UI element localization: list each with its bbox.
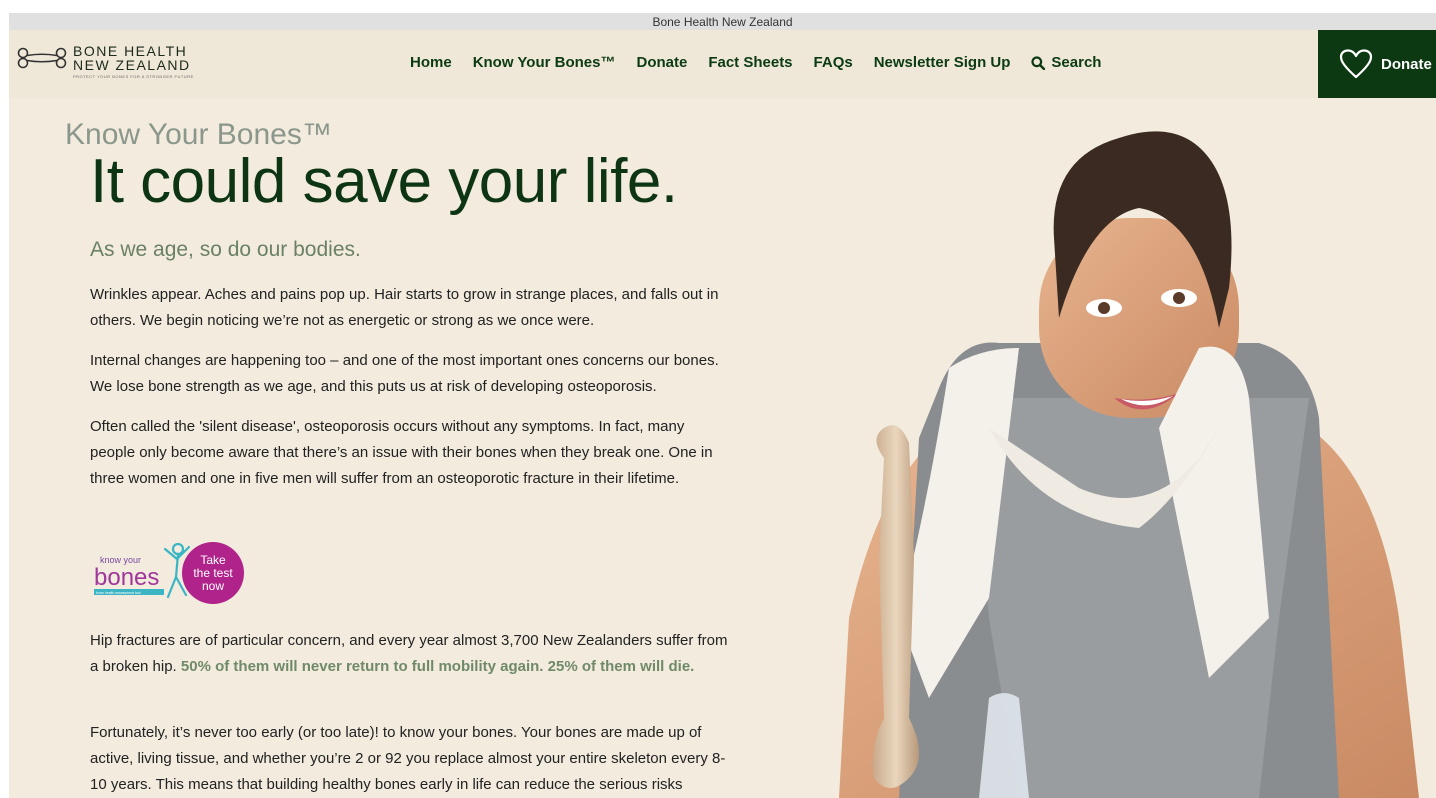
badge-tag-text: bone health assessment tool (96, 591, 141, 595)
paragraph-2: Internal changes are happening too – and… (90, 352, 719, 395)
nav-home[interactable]: Home (410, 54, 452, 71)
site-logo[interactable]: BONE HEALTH NEW ZEALAND PROTECT YOUR BON… (17, 44, 194, 79)
paragraph-4: Hip fractures are of particular concern,… (90, 628, 730, 680)
badge-circle-line-2: the test (193, 566, 233, 580)
window-title-bar: Bone Health New Zealand (9, 13, 1436, 30)
nav-know-your-bones[interactable]: Know Your Bones™ (473, 54, 616, 71)
page: BONE HEALTH NEW ZEALAND PROTECT YOUR BON… (9, 30, 1436, 798)
paragraph-3: Often called the 'silent disease', osteo… (90, 418, 713, 487)
know-your-bones-test-badge[interactable]: know your bones bone health assessment t… (90, 539, 250, 607)
nav-search[interactable]: Search (1031, 54, 1101, 71)
logo-line-2: NEW ZEALAND (73, 57, 191, 73)
page-title: It could save your life. (90, 147, 678, 216)
logo-line-1: BONE HEALTH (73, 43, 188, 59)
donate-button[interactable]: Donate (1318, 30, 1436, 98)
paragraph-1: Wrinkles appear. Aches and pains pop up.… (90, 286, 719, 329)
nav-newsletter[interactable]: Newsletter Sign Up (874, 54, 1011, 71)
search-icon (1031, 55, 1046, 70)
bone-logo-icon (17, 47, 67, 69)
site-header: BONE HEALTH NEW ZEALAND PROTECT YOUR BON… (9, 30, 1436, 98)
hero-photo (839, 98, 1436, 798)
logo-tagline: PROTECT YOUR BONES FOR A STRONGER FUTURE (73, 74, 194, 79)
main-nav: Home Know Your Bones™ Donate Fact Sheets… (410, 54, 1101, 71)
paragraph-5: Fortunately, it’s never too early (or to… (90, 724, 726, 793)
donate-button-label: Donate (1381, 55, 1432, 73)
badge-circle-line-1: Take (200, 553, 226, 567)
page-subtitle: As we age, so do our bodies. (90, 238, 361, 261)
nav-faqs[interactable]: FAQs (814, 54, 853, 71)
nav-search-label: Search (1051, 54, 1102, 71)
paragraph-4-highlight: 50% of them will never return to full mo… (180, 658, 695, 675)
nav-donate[interactable]: Donate (636, 54, 687, 71)
nav-fact-sheets[interactable]: Fact Sheets (708, 54, 792, 71)
kyb-badge-graphic: know your bones bone health assessment t… (94, 542, 244, 604)
woman-with-towel-illustration (839, 131, 1419, 798)
heart-outline-icon (1339, 49, 1373, 79)
badge-big-text: bones (94, 564, 159, 591)
window-title: Bone Health New Zealand (652, 14, 793, 29)
badge-circle-line-3: now (202, 579, 224, 593)
logo-wordmark: BONE HEALTH NEW ZEALAND PROTECT YOUR BON… (73, 44, 194, 79)
